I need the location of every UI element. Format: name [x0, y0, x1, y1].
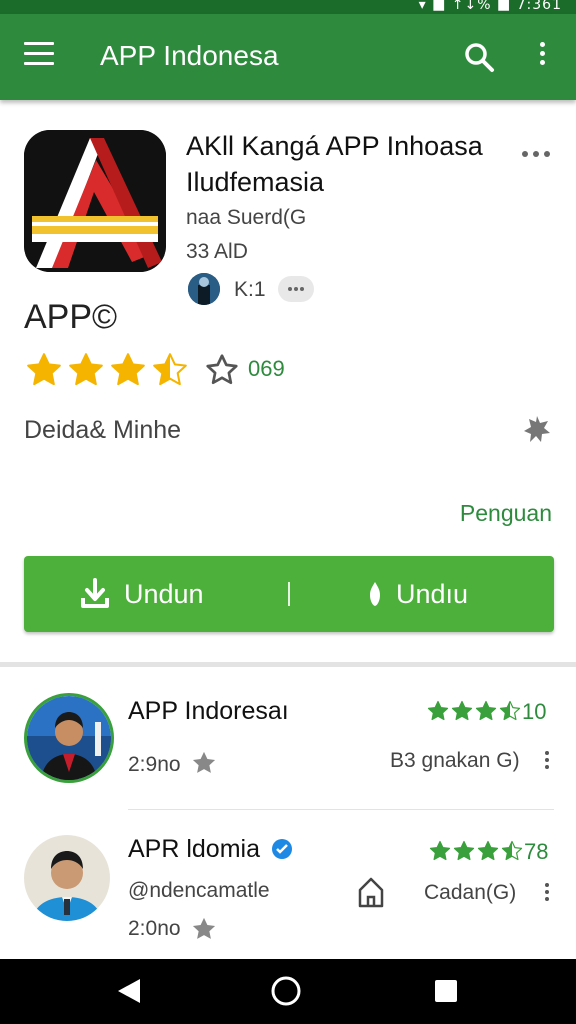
star-icon	[69, 353, 103, 386]
hamburger-menu-icon[interactable]	[24, 42, 54, 66]
star-icon	[192, 917, 216, 939]
list-item-rating: 10	[426, 699, 546, 729]
flame-icon	[370, 582, 380, 606]
more-vert-icon[interactable]	[542, 751, 552, 772]
list-item-downloads: B3 gnakan G)	[390, 749, 520, 772]
list-item-size: 2:0no	[128, 917, 181, 940]
system-nav-bar	[0, 959, 576, 1024]
star-icon	[477, 840, 499, 861]
star-icon	[429, 840, 451, 861]
download-bar: Undun Undıu	[24, 556, 554, 632]
app-size: 33 AlD	[186, 240, 248, 263]
list-item-handle: @ndencamatle	[128, 879, 270, 902]
app-logo-icon	[24, 130, 166, 272]
avatar	[188, 273, 220, 305]
home-circle-icon[interactable]	[268, 973, 304, 1009]
brand-label: APP©	[24, 298, 118, 336]
verified-badge-icon	[271, 839, 292, 859]
install-button-label: Undıu	[396, 578, 469, 609]
button-divider	[288, 582, 290, 606]
install-button[interactable]: Undıu	[368, 556, 468, 632]
star-icon	[111, 353, 145, 386]
home-outline-icon[interactable]	[356, 875, 386, 909]
star-icon	[427, 700, 449, 721]
status-bar: ▾ ■ ↑↓% ■ 7:361	[0, 0, 576, 14]
more-vert-icon[interactable]	[542, 883, 552, 904]
star-icon	[27, 353, 61, 386]
list-item[interactable]: APR ldomia @ndencamatle 2:0no 78 Cadan(G…	[0, 817, 576, 957]
list-item-rating: 78	[428, 839, 548, 869]
app-name: AKll Kangá APP Inhoasa Iludfemasia	[186, 131, 483, 197]
star-icon	[192, 751, 216, 773]
more-info-link[interactable]: Penguan	[460, 500, 552, 527]
more-vert-icon[interactable]	[532, 42, 552, 72]
star-icon	[499, 700, 521, 721]
rate-star-icon[interactable]	[204, 352, 240, 388]
star-icon	[475, 700, 497, 721]
rating-stars	[24, 350, 192, 390]
avatar	[24, 693, 114, 783]
app-list: APP Indoresaı 2:9no 10 B3 gnakan G) APR …	[0, 667, 576, 959]
list-item[interactable]: APP Indoresaı 2:9no 10 B3 gnakan G)	[0, 677, 576, 817]
star-icon	[501, 840, 523, 861]
star-icon	[453, 840, 475, 861]
search-icon[interactable]	[462, 40, 496, 74]
app-detail-card: AKll Kangá APP Inhoasa Iludfemasia naa S…	[0, 100, 576, 662]
category-label: Deida& Minhe	[24, 416, 182, 444]
download-icon	[81, 578, 109, 608]
rating-count: 069	[248, 356, 285, 381]
list-item-size: 2:9no	[128, 753, 181, 776]
star-icon	[153, 353, 187, 386]
download-button[interactable]: Undun	[80, 556, 204, 632]
star-icon	[451, 700, 473, 721]
row-divider	[128, 809, 554, 810]
app-bar-title: APP Indonesa	[100, 40, 279, 71]
list-item-title: APP Indoresaı	[128, 697, 289, 725]
back-triangle-icon[interactable]	[110, 973, 146, 1009]
puzzle-icon[interactable]	[522, 414, 552, 444]
developer-name[interactable]: naa Suerd(G	[186, 206, 306, 230]
chat-bubble-icon[interactable]	[278, 276, 314, 302]
more-horiz-icon[interactable]	[522, 144, 556, 157]
avatar	[24, 835, 110, 921]
recents-square-icon[interactable]	[428, 973, 464, 1009]
app-bar: APP Indonesa	[0, 14, 576, 100]
install-count: K:1	[234, 278, 266, 301]
list-item-title: APR ldomia	[128, 835, 293, 864]
list-item-downloads: Cadan(G)	[424, 881, 517, 904]
download-button-label: Undun	[124, 578, 204, 609]
status-text: ▾ ■ ↑↓% ■ 7:361	[418, 0, 562, 13]
